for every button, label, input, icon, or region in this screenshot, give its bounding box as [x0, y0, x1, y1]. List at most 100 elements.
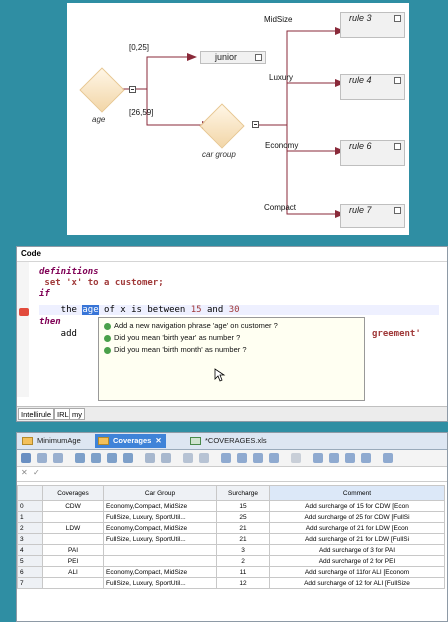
surcharge-cell[interactable]: 12	[216, 577, 270, 589]
move-right-icon[interactable]	[237, 453, 247, 463]
code-line-then[interactable]: then	[39, 317, 61, 327]
car-group-cell[interactable]	[103, 555, 217, 567]
comment-cell[interactable]: Add surcharge of 12 for ALI [FullSize	[269, 577, 445, 589]
surcharge-cell[interactable]: 11	[216, 566, 270, 578]
header-comment[interactable]: Comment	[269, 485, 445, 501]
age-collapse-toggle[interactable]	[129, 86, 136, 93]
rule-4-leaf[interactable]: rule 4	[340, 74, 405, 100]
header-car-group[interactable]: Car Group	[103, 485, 217, 501]
settings-icon[interactable]	[383, 453, 393, 463]
suggestion-item[interactable]: Did you mean 'birth year' as number ?	[104, 333, 240, 342]
leaf-expand-icon[interactable]	[394, 77, 401, 84]
coverage-cell[interactable]	[42, 533, 104, 545]
error-marker-icon[interactable]	[19, 308, 29, 316]
rule-7-leaf[interactable]: rule 7	[340, 204, 405, 228]
leaf-expand-icon[interactable]	[394, 15, 401, 22]
table-row[interactable]: 2 LDW Economy,Compact, MidSize 21 Add surcha…	[17, 522, 445, 534]
coverage-cell[interactable]	[42, 511, 104, 523]
car-group-cell[interactable]: FullSize, Luxury, SportUtil...	[103, 511, 217, 523]
formula-bar[interactable]: ✕ ✓	[17, 467, 447, 482]
coverage-cell[interactable]: PEI	[42, 555, 104, 567]
comment-cell[interactable]: Add surcharge of 11for ALI [Econom	[269, 566, 445, 578]
comment-cell[interactable]: Add surcharge of 15 for CDW [Econ	[269, 500, 445, 512]
grid-icon[interactable]	[345, 453, 355, 463]
car-group-cell[interactable]	[103, 544, 217, 556]
table-row[interactable]: 3 FullSize, Luxury, SportUtil... 21 Add sur…	[17, 533, 445, 545]
coverage-cell[interactable]	[42, 577, 104, 589]
surcharge-cell[interactable]: 25	[216, 511, 270, 523]
comment-cell[interactable]: Add surcharge of 21 for LDW [FullSi	[269, 533, 445, 545]
tab-coverages-xls[interactable]: *COVERAGES.xls	[187, 434, 271, 448]
rule-6-leaf[interactable]: rule 6	[340, 140, 405, 166]
header-coverages[interactable]: Coverages	[42, 485, 104, 501]
suggestion-item[interactable]: Did you mean 'birth month' as number ?	[104, 345, 247, 354]
split-icon[interactable]	[123, 453, 133, 463]
expand-icon[interactable]	[329, 453, 339, 463]
move-left-icon[interactable]	[221, 453, 231, 463]
suggestion-text: Add a new navigation phrase 'age' on cus…	[114, 321, 278, 330]
code-line-definitions[interactable]: definitions	[39, 267, 99, 277]
junior-leaf[interactable]: junior	[200, 51, 266, 64]
collapse-icon[interactable]	[313, 453, 323, 463]
leaf-expand-icon[interactable]	[394, 207, 401, 214]
confirm-icon[interactable]: ✓	[33, 468, 40, 477]
leaf-expand-icon[interactable]	[394, 143, 401, 150]
surcharge-cell[interactable]: 3	[216, 544, 270, 556]
editor-gutter	[17, 262, 29, 397]
surcharge-cell[interactable]: 15	[216, 500, 270, 512]
coverage-cell[interactable]: LDW	[42, 522, 104, 534]
comment-cell[interactable]: Add surcharge of 21 for LDW [Econ	[269, 522, 445, 534]
view-icon[interactable]	[199, 453, 209, 463]
car-group-cell[interactable]: Economy,Compact, MidSize	[103, 566, 217, 578]
leaf-expand-icon[interactable]	[255, 54, 262, 61]
table-row[interactable]: 5 PEI 2 Add surcharge of 2 for PEI	[17, 555, 445, 567]
insert-column-icon[interactable]	[91, 453, 101, 463]
comment-cell[interactable]: Add surcharge of 3 for PAI	[269, 544, 445, 556]
comment-cell[interactable]: Add surcharge of 2 for PEI	[269, 555, 445, 567]
header-surcharge[interactable]: Surcharge	[216, 485, 270, 501]
rule-3-leaf[interactable]: rule 3	[340, 12, 405, 38]
surcharge-cell[interactable]: 21	[216, 533, 270, 545]
table-row[interactable]: 7 FullSize, Luxury, SportUtil... 12 Add sur…	[17, 577, 445, 589]
clear-icon[interactable]	[291, 453, 301, 463]
comment-cell[interactable]: Add surcharge of 25 for CDW [FullSi	[269, 511, 445, 523]
tab-my[interactable]: my	[69, 408, 85, 420]
table-icon[interactable]	[361, 453, 371, 463]
table-row[interactable]: 1 FullSize, Luxury, SportUtil... 25 Add sur…	[17, 511, 445, 523]
close-icon[interactable]: ✕	[155, 436, 161, 445]
car-group-cell[interactable]: FullSize, Luxury, SportUtil...	[103, 533, 217, 545]
car-group-cell[interactable]: Economy,Compact, MidSize	[103, 522, 217, 534]
merge-icon[interactable]	[107, 453, 117, 463]
edit-icon[interactable]	[21, 453, 31, 463]
selected-token[interactable]: age	[82, 305, 99, 315]
sort-desc-icon[interactable]	[269, 453, 279, 463]
sort-asc-icon[interactable]	[253, 453, 263, 463]
code-line-condition[interactable]: the age of x is between 15 and 30	[39, 305, 439, 315]
font-icon[interactable]	[53, 453, 63, 463]
table-row[interactable]: 0 CDW Economy,Compact, MidSize 15 Add surcha…	[17, 500, 445, 512]
car-group-cell[interactable]: Economy,Compact, MidSize	[103, 500, 217, 512]
coverage-cell[interactable]: ALI	[42, 566, 104, 578]
cancel-icon[interactable]: ✕	[21, 468, 28, 477]
tab-coverages[interactable]: Coverages ✕	[95, 434, 166, 448]
surcharge-cell[interactable]: 21	[216, 522, 270, 534]
filter-icon[interactable]	[183, 453, 193, 463]
coverage-cell[interactable]: CDW	[42, 500, 104, 512]
code-line-set[interactable]: set 'x' to a customer;	[39, 278, 164, 288]
tab-minimum-age[interactable]: MinimumAge	[19, 434, 85, 448]
set-statement: set 'x' to a customer;	[39, 278, 164, 288]
table-row[interactable]: 6 ALI Economy,Compact, MidSize 11 Add surcha…	[17, 566, 445, 578]
car-group-collapse-toggle[interactable]	[252, 121, 259, 128]
car-group-cell[interactable]: FullSize, Luxury, SportUtil...	[103, 577, 217, 589]
lock-icon[interactable]	[37, 453, 47, 463]
align-icon[interactable]	[145, 453, 155, 463]
surcharge-cell[interactable]: 2	[216, 555, 270, 567]
suggestion-item[interactable]: Add a new navigation phrase 'age' on cus…	[104, 321, 278, 330]
insert-row-icon[interactable]	[75, 453, 85, 463]
table-row[interactable]: 4 PAI 3 Add surcharge of 3 for PAI	[17, 544, 445, 556]
coverage-cell[interactable]: PAI	[42, 544, 104, 556]
tab-intellirule[interactable]: Intellirule	[18, 408, 55, 420]
code-line-if[interactable]: if	[39, 289, 50, 299]
sort-icon[interactable]	[161, 453, 171, 463]
code-line-add[interactable]: add	[39, 329, 77, 339]
